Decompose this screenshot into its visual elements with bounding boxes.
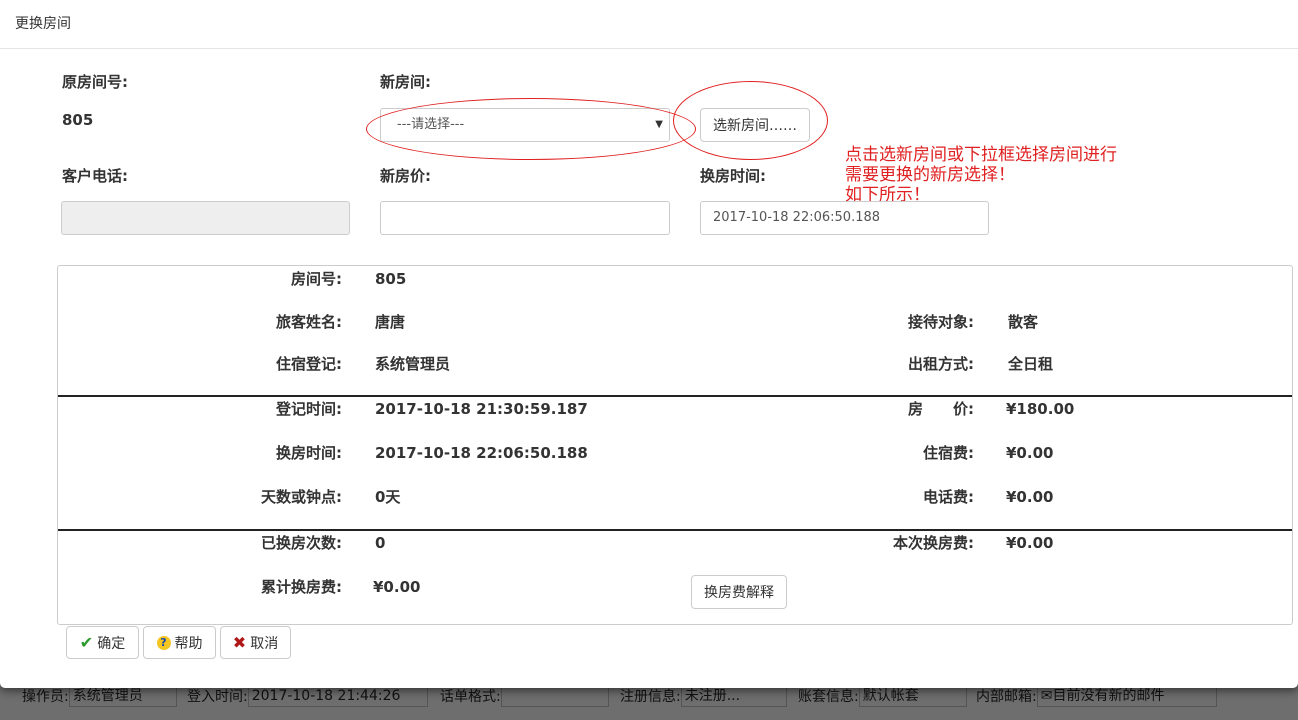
room-no-value: 805 (375, 270, 407, 288)
register-info-field: 注册信息: 未注册... (620, 685, 787, 707)
account-info-field: 账套信息: 默认帐套 (798, 685, 967, 707)
bill-format-value (500, 685, 609, 707)
registrar-label: 住宿登记: (276, 355, 342, 373)
this-change-fee-label: 本次换房费: (893, 534, 974, 552)
rent-mode-label: 出租方式: (908, 355, 974, 373)
this-change-fee-value: ¥0.00 (1006, 534, 1054, 552)
ok-label: 确定 (97, 635, 126, 652)
room-no-label: 房间号: (291, 270, 342, 288)
mailbox-field: 内部邮箱: ✉目前没有新的邮件 (976, 685, 1217, 707)
fee-explain-button[interactable]: 换房费解释 (691, 575, 787, 609)
cancel-label: 取消 (250, 635, 279, 652)
mailbox-value[interactable]: ✉目前没有新的邮件 (1036, 685, 1217, 707)
select-new-room-button[interactable]: 选新房间…… (700, 108, 810, 142)
close-icon: ✖ (232, 633, 247, 652)
help-label: 帮助 (174, 635, 203, 652)
login-time-field: 登入时间: 2017-10-18 21:44:26 (187, 685, 428, 707)
reception-value: 散客 (1008, 313, 1039, 331)
annotation-text: 点击选新房间或下拉框选择房间进行 需要更换的新房选择！ 如下所示！ (845, 145, 1117, 205)
new-room-select[interactable]: ---请选择--- ▼ (380, 108, 670, 142)
help-icon: ? (156, 635, 171, 650)
register-info-label: 注册信息: (620, 689, 681, 705)
days-label: 天数或钟点: (261, 488, 342, 506)
mailbox-text: 目前没有新的邮件 (1052, 688, 1165, 704)
phone-field (61, 201, 350, 235)
account-info-value: 默认帐套 (858, 685, 967, 707)
cancel-button[interactable]: ✖ 取消 (220, 626, 291, 659)
change-count-label: 已换房次数: (261, 534, 342, 552)
reception-label: 接待对象: (908, 313, 974, 331)
checkin-time-label: 登记时间: (276, 400, 342, 418)
info-change-time-value: 2017-10-18 22:06:50.188 (375, 444, 588, 462)
login-time-label: 登入时间: (187, 689, 248, 705)
new-price-label: 新房价: (380, 167, 431, 185)
caret-down-icon: ▼ (655, 119, 663, 130)
phone-label: 客户电话: (62, 167, 128, 185)
room-info-panel: 房间号: 805 旅客姓名: 唐唐 接待对象: 散客 住宿登记: 系统管理员 出… (57, 265, 1293, 625)
register-info-value: 未注册... (680, 685, 787, 707)
operator-field: 操作员: 系统管理员 (22, 685, 177, 707)
annotation-line-2: 需要更换的新房选择！ (845, 165, 1015, 185)
ok-button[interactable]: ✔ 确定 (66, 626, 139, 659)
section-divider (58, 529, 1292, 531)
dialog-title: 更换房间 (15, 16, 71, 32)
new-room-label: 新房间: (380, 73, 431, 91)
mail-icon: ✉ (1040, 688, 1053, 704)
registrar-value: 系统管理员 (375, 355, 451, 373)
rent-mode-value: 全日租 (1008, 355, 1054, 373)
bill-format-label: 话单格式: (440, 689, 501, 705)
new-room-select-value: ---请选择--- (397, 117, 465, 132)
help-button[interactable]: ? 帮助 (143, 626, 216, 659)
fee-explain-label: 换房费解释 (704, 585, 774, 601)
room-price-label: 房 价: (908, 400, 974, 418)
account-info-label: 账套信息: (798, 689, 859, 705)
operator-label: 操作员: (22, 689, 69, 705)
change-room-dialog: 更换房间 原房间号: 805 新房间: ---请选择--- ▼ 选新房间…… 点… (0, 0, 1298, 688)
login-time-value: 2017-10-18 21:44:26 (247, 685, 428, 707)
check-icon: ✔ (79, 633, 94, 652)
room-price-value: ¥180.00 (1006, 400, 1075, 418)
section-divider (58, 395, 1292, 397)
change-time-field[interactable]: 2017-10-18 22:06:50.188 (700, 201, 989, 235)
select-new-room-label: 选新房间…… (713, 118, 797, 134)
change-time-label: 换房时间: (700, 167, 766, 185)
bill-format-field: 话单格式: (440, 685, 609, 707)
checkin-time-value: 2017-10-18 21:30:59.187 (375, 400, 588, 418)
total-change-fee-label: 累计换房费: (261, 578, 342, 596)
lodging-fee-value: ¥0.00 (1006, 444, 1054, 462)
info-change-time-label: 换房时间: (276, 444, 342, 462)
total-change-fee-value: ¥0.00 (373, 578, 421, 596)
mailbox-label: 内部邮箱: (976, 689, 1037, 705)
lodging-fee-label: 住宿费: (923, 444, 974, 462)
new-price-field[interactable] (380, 201, 670, 235)
days-value: 0天 (375, 488, 401, 506)
guest-name-label: 旅客姓名: (276, 313, 342, 331)
orig-room-value: 805 (62, 111, 94, 129)
phone-fee-value: ¥0.00 (1006, 488, 1054, 506)
annotation-line-1: 点击选新房间或下拉框选择房间进行 (845, 145, 1117, 165)
phone-fee-label: 电话费: (923, 488, 974, 506)
dialog-header: 更换房间 (0, 0, 1298, 49)
orig-room-label: 原房间号: (62, 73, 128, 91)
operator-value: 系统管理员 (68, 685, 177, 707)
change-count-value: 0 (375, 534, 386, 552)
guest-name-value: 唐唐 (375, 313, 406, 331)
